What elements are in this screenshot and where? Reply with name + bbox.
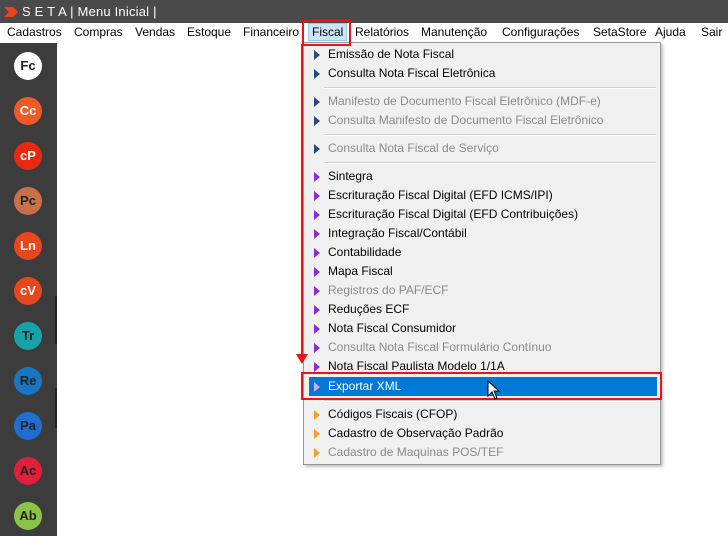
menu-item-nf-consumidor[interactable]: Nota Fiscal Consumidor (304, 319, 660, 338)
menu-item-label: Registros do PAF/ECF (328, 283, 449, 297)
menu-configuracoes[interactable]: Configurações (501, 25, 580, 39)
fiscal-dropdown-menu: Emissão de Nota Fiscal Consulta Nota Fis… (303, 42, 661, 465)
submenu-arrow-icon (314, 305, 320, 315)
submenu-arrow-icon (314, 97, 320, 107)
menu-item-label: Integração Fiscal/Contábil (328, 226, 467, 240)
highlight-box-fiscal (302, 20, 351, 46)
menu-item-consulta-mdfe: Consulta Manifesto de Documento Fiscal E… (304, 111, 660, 130)
menu-item-mdfe: Manifesto de Documento Fiscal Eletrônico… (304, 92, 660, 111)
menu-item-label: Contabilidade (328, 245, 402, 259)
dock-shortcut-pa[interactable]: Pa (14, 412, 42, 440)
menu-item-label: Consulta Nota Fiscal de Serviço (328, 141, 499, 155)
menu-item-label: Cadastro de Observação Padrão (328, 426, 504, 440)
menu-manutencao[interactable]: Manutenção (420, 25, 488, 39)
menu-item-maquinas-pos-tef: Cadastro de Maquinas POS/TEF (304, 443, 660, 462)
menu-item-efd-contribuicoes[interactable]: Escrituração Fiscal Digital (EFD Contrib… (304, 205, 660, 224)
submenu-arrow-icon (314, 267, 320, 277)
dock-shortcut-ab[interactable]: Ab (14, 502, 42, 530)
menu-item-label: Manifesto de Documento Fiscal Eletrônico… (328, 94, 601, 108)
menu-item-label: Nota Fiscal Paulista Modelo 1/1A (328, 359, 505, 373)
menu-separator (324, 400, 656, 402)
dock-shortcut-cp[interactable]: cP (14, 142, 42, 170)
submenu-arrow-icon (314, 410, 320, 420)
menu-item-label: Nota Fiscal Consumidor (328, 321, 457, 335)
dock-shortcut-ac[interactable]: Ac (14, 457, 42, 485)
submenu-arrow-icon (314, 210, 320, 220)
menu-item-label: Cadastro de Maquinas POS/TEF (328, 445, 504, 459)
submenu-arrow-icon (314, 116, 320, 126)
submenu-arrow-icon (314, 343, 320, 353)
dock-shortcut-tr[interactable]: Tr (14, 322, 42, 350)
menu-item-efd-icms-ipi[interactable]: Escrituração Fiscal Digital (EFD ICMS/IP… (304, 186, 660, 205)
dock-shortcut-re[interactable]: Re (14, 367, 42, 395)
dock-divider (55, 296, 57, 344)
submenu-arrow-icon (314, 286, 320, 296)
menu-financeiro[interactable]: Financeiro (242, 25, 300, 39)
menu-item-label: Consulta Nota Fiscal Formulário Contínuo (328, 340, 552, 354)
menu-cadastros[interactable]: Cadastros (6, 25, 63, 39)
submenu-arrow-icon (314, 324, 320, 334)
menu-separator (324, 87, 656, 89)
menu-item-sintegra[interactable]: Sintegra (304, 167, 660, 186)
menu-item-integracao-fiscal[interactable]: Integração Fiscal/Contábil (304, 224, 660, 243)
menu-separator (324, 134, 656, 136)
menu-item-contabilidade[interactable]: Contabilidade (304, 243, 660, 262)
menu-item-label: Consulta Manifesto de Documento Fiscal E… (328, 113, 604, 127)
menu-item-consulta-nf-formulario: Consulta Nota Fiscal Formulário Contínuo (304, 338, 660, 357)
menu-item-observacao-padrao[interactable]: Cadastro de Observação Padrão (304, 424, 660, 443)
highlight-box-exportar-xml (301, 372, 662, 400)
dock-divider (55, 388, 57, 428)
shortcut-dock: Fc Cc cP Pc Ln cV Tr Re Pa Ac Ab (0, 43, 57, 536)
submenu-arrow-icon (314, 448, 320, 458)
menu-item-label: Mapa Fiscal (328, 264, 393, 278)
submenu-arrow-icon (314, 229, 320, 239)
menu-item-label: Escrituração Fiscal Digital (EFD ICMS/IP… (328, 188, 553, 202)
dock-shortcut-fc[interactable]: Fc (14, 52, 42, 80)
dock-shortcut-ln[interactable]: Ln (14, 232, 42, 260)
mouse-cursor-icon (487, 380, 500, 400)
menu-vendas[interactable]: Vendas (134, 25, 176, 39)
menu-separator (324, 162, 656, 164)
menu-item-label: Reduções ECF (328, 302, 410, 316)
menu-item-label: Escrituração Fiscal Digital (EFD Contrib… (328, 207, 579, 221)
submenu-arrow-icon (314, 248, 320, 258)
menu-item-emissao-nota-fiscal[interactable]: Emissão de Nota Fiscal (304, 45, 660, 64)
menu-item-label: Emissão de Nota Fiscal (328, 47, 455, 61)
annotation-arrow-head-icon (296, 354, 308, 364)
menu-item-label: Consulta Nota Fiscal Eletrônica (328, 66, 496, 80)
dock-shortcut-cc[interactable]: Cc (14, 97, 42, 125)
submenu-arrow-icon (314, 144, 320, 154)
dock-shortcut-pc[interactable]: Pc (14, 187, 42, 215)
submenu-arrow-icon (314, 191, 320, 201)
dock-shortcut-cv[interactable]: cV (14, 277, 42, 305)
submenu-arrow-icon (314, 50, 320, 60)
menu-ajuda[interactable]: Ajuda (654, 25, 687, 39)
menu-setastore[interactable]: SetaStore (592, 25, 647, 39)
menu-relatorios[interactable]: Relatórios (354, 25, 410, 39)
menu-estoque[interactable]: Estoque (186, 25, 232, 39)
submenu-arrow-icon (314, 429, 320, 439)
menu-item-mapa-fiscal[interactable]: Mapa Fiscal (304, 262, 660, 281)
menu-bar: Cadastros Compras Vendas Estoque Finance… (0, 23, 728, 43)
menu-item-reducoes-ecf[interactable]: Reduções ECF (304, 300, 660, 319)
menu-item-label: Códigos Fiscais (CFOP) (328, 407, 458, 421)
annotation-arrow-line (301, 44, 303, 358)
title-bar: S E T A | Menu Inicial | (0, 0, 728, 23)
menu-sair[interactable]: Sair (700, 25, 723, 39)
menu-item-consulta-nfse: Consulta Nota Fiscal de Serviço (304, 139, 660, 158)
menu-item-registros-paf-ecf: Registros do PAF/ECF (304, 281, 660, 300)
menu-item-label: Sintegra (328, 169, 373, 183)
menu-item-consulta-nfe[interactable]: Consulta Nota Fiscal Eletrônica (304, 64, 660, 83)
submenu-arrow-icon (314, 362, 320, 372)
submenu-arrow-icon (314, 172, 320, 182)
menu-item-cfop[interactable]: Códigos Fiscais (CFOP) (304, 405, 660, 424)
menu-compras[interactable]: Compras (73, 25, 124, 39)
seta-logo-icon (4, 7, 18, 17)
window-title: S E T A | Menu Inicial | (22, 4, 157, 19)
submenu-arrow-icon (314, 69, 320, 79)
